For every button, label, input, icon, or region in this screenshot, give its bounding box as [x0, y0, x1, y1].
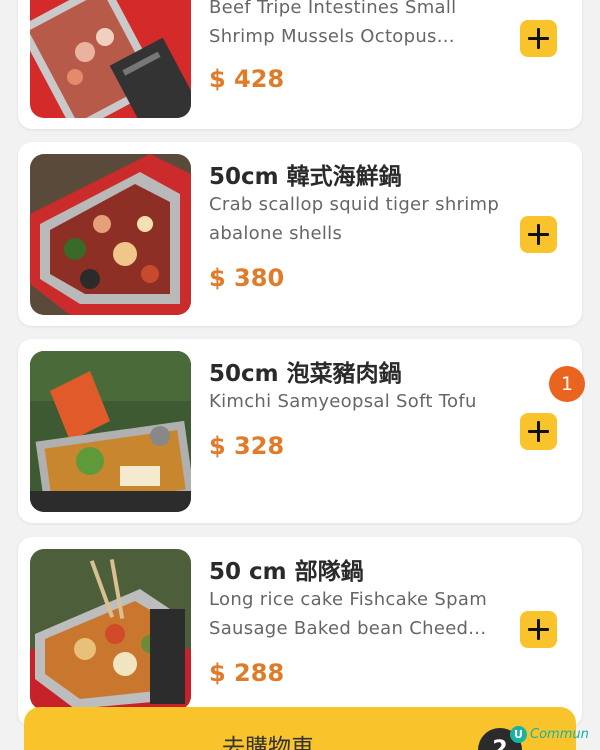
menu-item-description: Crab scallop squid tiger shrimp abalone … — [209, 194, 500, 244]
menu-item-card[interactable]: 50cm 泡菜豬肉鍋 Kimchi Samyeopsal Soft Tofu $… — [18, 339, 582, 523]
menu-item-description: Kimchi Samyeopsal Soft Tofu — [209, 391, 477, 412]
menu-item-card[interactable]: 50cm 韓式海鮮鍋 Crab scallop squid tiger shri… — [18, 142, 582, 326]
cart-label: 去購物車 — [222, 735, 314, 750]
menu-item-price: $ 428 — [209, 65, 285, 93]
item-quantity-badge: 1 — [549, 366, 585, 402]
menu-item-description: Beef Tripe Intestines Small Shrimp Musse… — [209, 0, 457, 47]
menu-item-price: $ 288 — [209, 659, 285, 687]
menu-item-title: 50 cm 部隊鍋 — [209, 559, 364, 585]
add-to-cart-button[interactable] — [520, 611, 557, 648]
watermark: U Commun — [510, 724, 589, 744]
add-to-cart-button[interactable] — [520, 413, 557, 450]
menu-item-description: Long rice cake Fishcake Spam Sausage Bak… — [209, 589, 488, 639]
u-logo-icon: U — [510, 725, 527, 743]
menu-item-title: 50cm 韓式海鮮鍋 — [209, 164, 402, 190]
menu-item-photo — [30, 351, 191, 512]
menu-item-card[interactable]: 50 cm 部隊鍋 Long rice cake Fishcake Spam S… — [18, 537, 582, 727]
menu-item-title: 50cm 泡菜豬肉鍋 — [209, 361, 402, 387]
watermark-text: Commun — [530, 726, 589, 742]
add-to-cart-button[interactable] — [520, 20, 557, 57]
menu-item-photo — [30, 154, 191, 315]
menu-item-photo — [30, 0, 191, 118]
menu-item-price: $ 328 — [209, 432, 285, 460]
add-to-cart-button[interactable] — [520, 216, 557, 253]
menu-item-photo — [30, 549, 191, 710]
menu-item-price: $ 380 — [209, 264, 285, 292]
menu-item-card[interactable]: Beef Tripe Intestines Small Shrimp Musse… — [18, 0, 582, 129]
